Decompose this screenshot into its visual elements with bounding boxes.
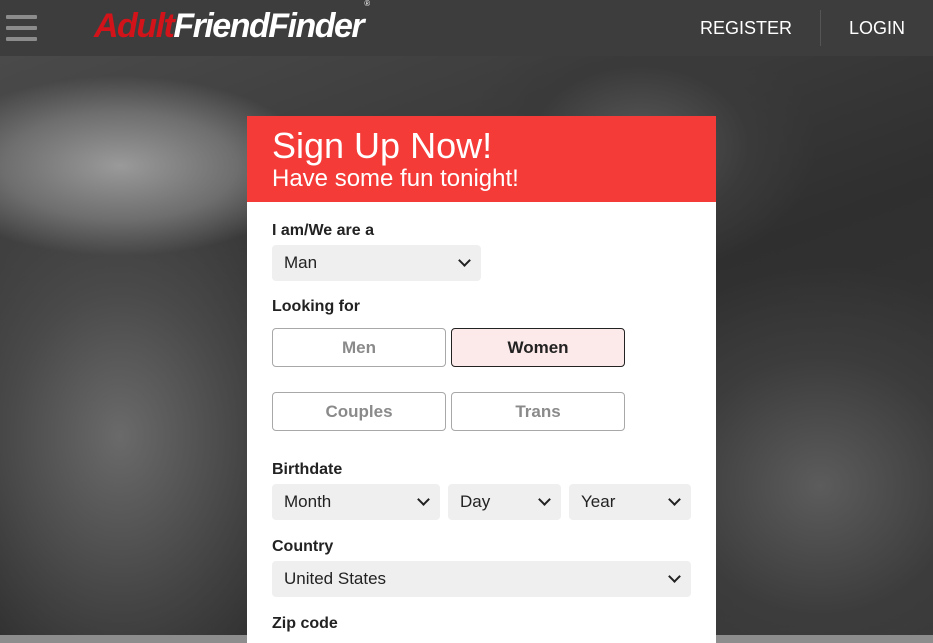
iam-select[interactable]: Man [272, 245, 481, 281]
logo-text-adult: Adult [94, 6, 175, 45]
birth-month-select[interactable]: Month [272, 484, 440, 520]
birth-year-select[interactable]: Year [569, 484, 691, 520]
looking-for-row-1: Men Women [272, 328, 691, 367]
signup-subtitle: Have some fun tonight! [272, 165, 519, 192]
hamburger-menu-icon[interactable] [0, 0, 44, 56]
option-trans-button[interactable]: Trans [451, 392, 625, 431]
chevron-down-icon [668, 492, 681, 506]
logo-registered-mark: ® [364, 0, 370, 9]
chevron-down-icon [668, 569, 681, 583]
birthdate-row: Month Day Year [272, 484, 691, 520]
signup-form: I am/We are a Man Looking for Men Women … [247, 202, 716, 633]
login-link[interactable]: LOGIN [821, 0, 933, 56]
register-link[interactable]: REGISTER [672, 0, 820, 56]
birthdate-label: Birthdate [272, 461, 343, 478]
option-men-button[interactable]: Men [272, 328, 446, 367]
iam-select-value: Man [284, 253, 318, 272]
signup-title: Sign Up Now! [272, 125, 493, 166]
signup-header: Sign Up Now! Have some fun tonight! [247, 116, 716, 202]
looking-for-label: Looking for [272, 298, 360, 315]
iam-label: I am/We are a [272, 222, 374, 239]
logo-text-friendfinder: FriendFinder [173, 6, 364, 45]
country-select-value: United States [284, 569, 387, 588]
birth-day-select[interactable]: Day [448, 484, 561, 520]
chevron-down-icon [538, 492, 551, 506]
option-couples-button[interactable]: Couples [272, 392, 446, 431]
site-logo[interactable]: AdultFriendFinder® [94, 0, 370, 46]
country-select[interactable]: United States [272, 561, 691, 597]
signup-card: Sign Up Now! Have some fun tonight! I am… [247, 116, 716, 643]
looking-for-row-2: Couples Trans [272, 392, 691, 431]
birth-year-value: Year [581, 492, 616, 511]
auth-nav: REGISTER LOGIN [672, 0, 933, 56]
chevron-down-icon [417, 492, 430, 506]
birth-day-value: Day [460, 492, 491, 511]
country-label: Country [272, 538, 334, 555]
birth-month-value: Month [284, 492, 332, 511]
option-women-button[interactable]: Women [451, 328, 625, 367]
zip-code-label: Zip code [272, 615, 338, 632]
top-navigation-bar: AdultFriendFinder® REGISTER LOGIN [0, 0, 933, 56]
chevron-down-icon [458, 253, 471, 267]
